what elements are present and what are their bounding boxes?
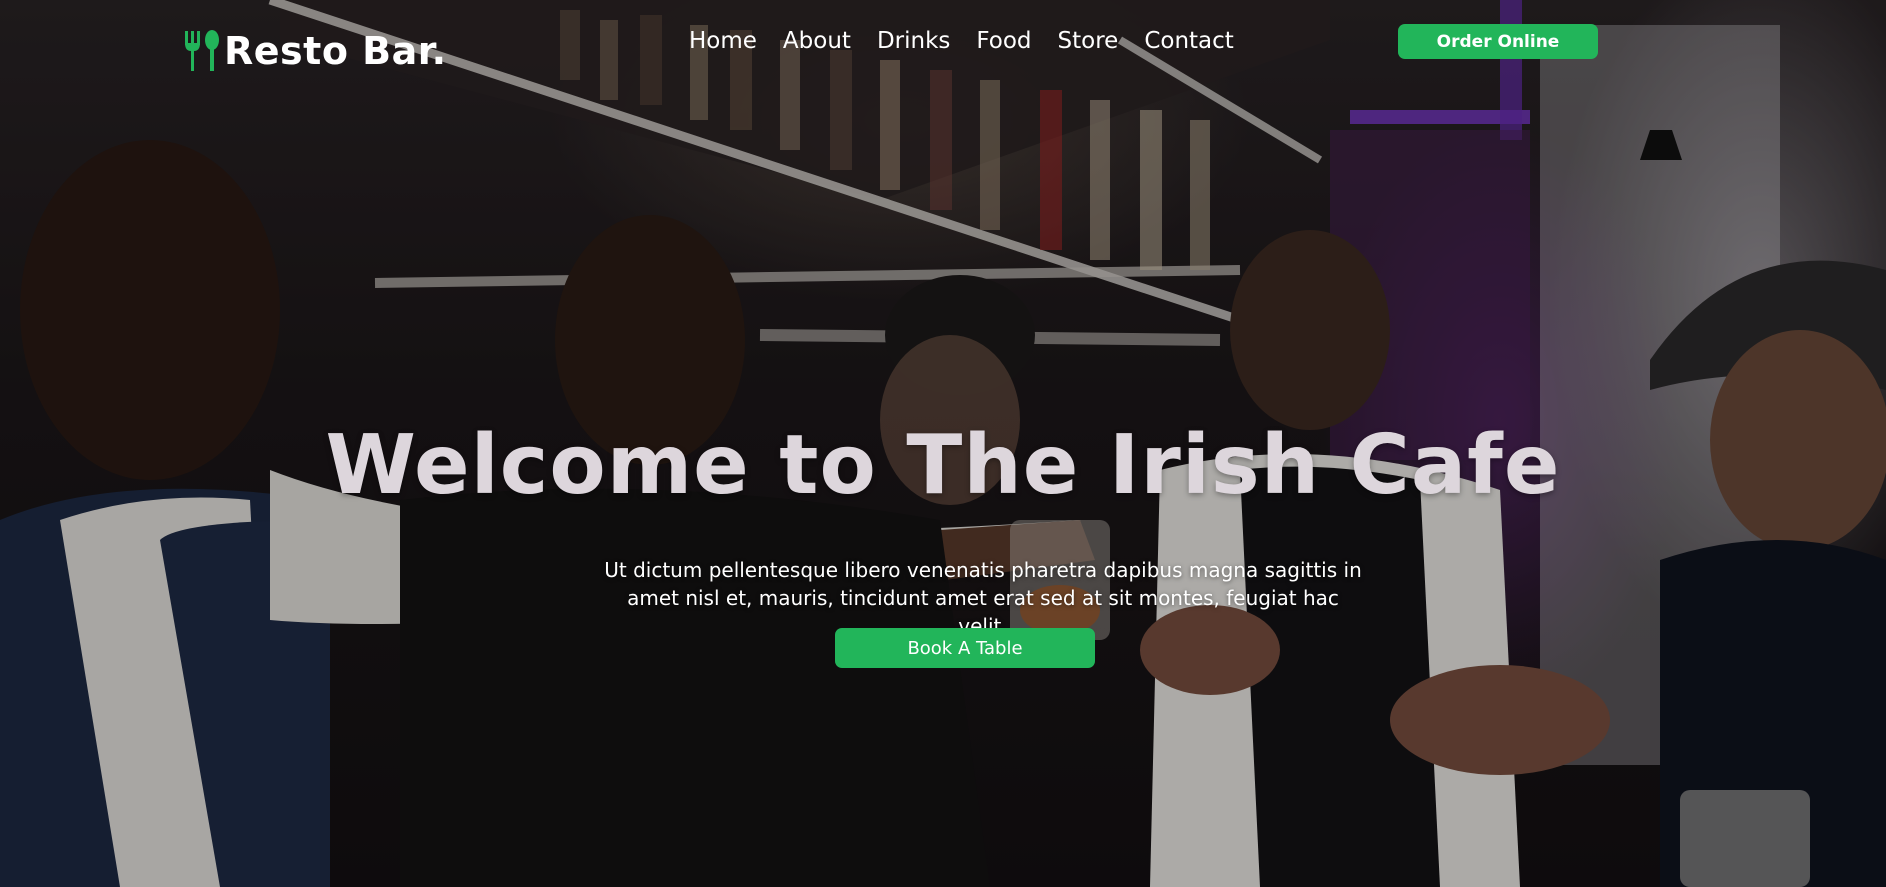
nav-item-home[interactable]: Home bbox=[676, 24, 770, 58]
nav-item-store[interactable]: Store bbox=[1045, 24, 1132, 58]
hero-section: Resto Bar. Home About Drinks Food Store … bbox=[0, 0, 1886, 887]
order-online-button[interactable]: Order Online bbox=[1398, 24, 1598, 59]
fork-spoon-icon bbox=[182, 29, 222, 73]
brand-logo[interactable]: Resto Bar. bbox=[182, 26, 447, 76]
book-table-button[interactable]: Book A Table bbox=[835, 628, 1095, 668]
hero-title: Welcome to The Irish Cafe bbox=[325, 418, 1561, 513]
nav-item-food[interactable]: Food bbox=[963, 24, 1044, 58]
nav-item-contact[interactable]: Contact bbox=[1131, 24, 1246, 58]
main-nav: Home About Drinks Food Store Contact bbox=[676, 24, 1247, 58]
nav-item-drinks[interactable]: Drinks bbox=[864, 24, 963, 58]
brand-name: Resto Bar. bbox=[224, 29, 447, 73]
nav-item-about[interactable]: About bbox=[770, 24, 864, 58]
